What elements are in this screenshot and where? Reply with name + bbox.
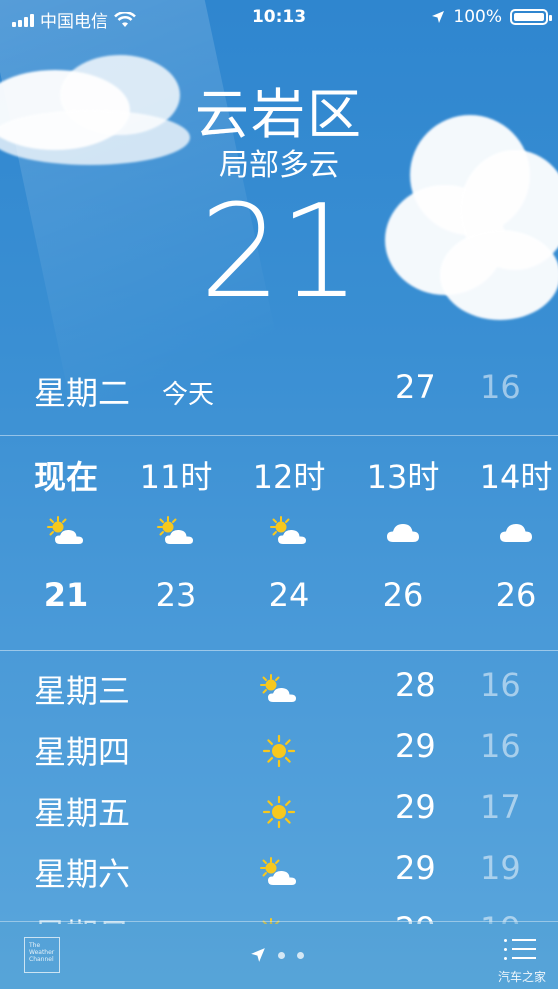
daily-day: 星期三 xyxy=(34,672,131,710)
location-arrow-icon xyxy=(432,11,445,23)
hour-temp: 24 xyxy=(268,576,310,614)
page-dot xyxy=(297,951,304,959)
hour-temp: 26 xyxy=(495,576,537,614)
location-arrow-icon xyxy=(251,948,265,962)
hour-temp: 26 xyxy=(382,576,424,614)
cloud-icon xyxy=(456,502,558,562)
partly-cloudy-icon xyxy=(258,670,300,710)
hour-time: 13时 xyxy=(366,458,440,496)
today-label: 今天 xyxy=(162,380,215,410)
weather-channel-logo[interactable]: The Weather Channel xyxy=(24,937,60,973)
hour-item: 11时 23 xyxy=(116,436,236,614)
status-bar: 中国电信 10:13 100% xyxy=(0,0,558,34)
page-dot xyxy=(278,951,285,959)
today-row: 星期二 今天 27 16 xyxy=(0,360,558,420)
battery-icon xyxy=(510,9,552,25)
today-high: 27 xyxy=(395,368,436,406)
today-low: 16 xyxy=(480,368,521,406)
divider-middle xyxy=(0,650,558,651)
hour-item: 现在 21 xyxy=(6,436,126,614)
hour-temp: 21 xyxy=(43,576,89,614)
daily-low: 19 xyxy=(480,849,521,887)
watermark-text: 汽车之家 xyxy=(497,970,546,984)
daily-row: 星期三 28 16 xyxy=(0,658,558,719)
hour-time: 14时 xyxy=(479,458,553,496)
hour-item: 13时 26 xyxy=(343,436,463,614)
daily-day: 星期四 xyxy=(34,733,131,771)
daily-low: 16 xyxy=(480,666,521,704)
daily-forecast[interactable]: 星期三 28 16 星期四 29 16 星期五 29 17 星期六 29 19 xyxy=(0,658,558,924)
partly-cloudy-icon xyxy=(229,502,349,562)
daily-day: 星期六 xyxy=(34,855,131,893)
hour-time: 11时 xyxy=(139,458,213,496)
daily-row: 星期四 29 16 xyxy=(0,719,558,780)
daily-high: 29 xyxy=(395,727,436,765)
daily-high: 29 xyxy=(395,849,436,887)
current-temperature: 21 xyxy=(199,178,361,327)
daily-day: 星期五 xyxy=(34,794,131,832)
cloud-icon xyxy=(343,502,463,562)
city-list-icon[interactable] xyxy=(504,939,536,965)
partly-cloudy-icon xyxy=(6,502,126,562)
hourly-forecast[interactable]: 现在 21 11时 23 12时 24 13时 26 14时 26 xyxy=(0,436,558,651)
battery-percent: 100% xyxy=(453,7,502,27)
today-day: 星期二 xyxy=(34,374,131,412)
bottom-toolbar: The Weather Channel 汽车之家 xyxy=(0,921,558,989)
hour-time: 现在 xyxy=(33,458,98,496)
hour-item: 14时 26 xyxy=(456,436,558,614)
daily-row: 星期六 29 19 xyxy=(0,841,558,902)
hour-temp: 23 xyxy=(155,576,197,614)
hour-item: 12时 24 xyxy=(229,436,349,614)
page-indicator[interactable] xyxy=(250,947,304,963)
daily-low: 16 xyxy=(480,727,521,765)
daily-low: 17 xyxy=(480,788,521,826)
daily-row: 星期五 29 17 xyxy=(0,780,558,841)
partly-cloudy-icon xyxy=(258,853,300,893)
daily-high: 29 xyxy=(395,788,436,826)
sun-icon xyxy=(258,731,300,771)
daily-high: 28 xyxy=(395,666,436,704)
partly-cloudy-icon xyxy=(116,502,236,562)
sun-icon xyxy=(258,792,300,832)
hour-time: 12时 xyxy=(252,458,326,496)
city-name: 云岩区 xyxy=(195,83,363,146)
